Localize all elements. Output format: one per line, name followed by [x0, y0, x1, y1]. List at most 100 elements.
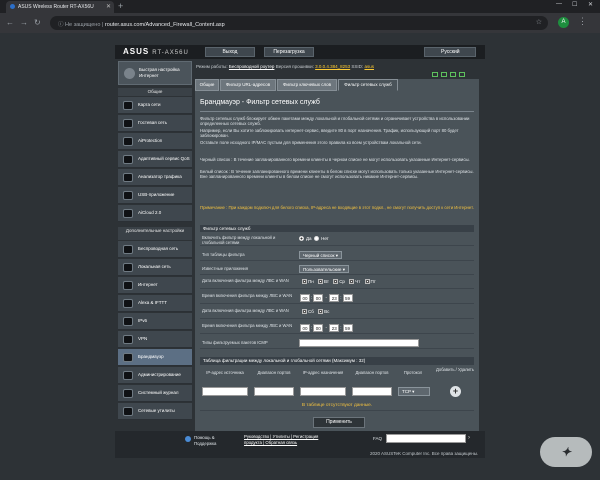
- day-sun-checkbox[interactable]: [318, 309, 324, 315]
- new-tab-icon[interactable]: +: [118, 1, 123, 11]
- profile-avatar[interactable]: A: [558, 17, 569, 28]
- tab-url-filter[interactable]: Фильтр URL-адресов: [220, 79, 276, 91]
- end-minute-input[interactable]: 59: [342, 324, 353, 332]
- sidebar-item-usb[interactable]: USB-приложение: [118, 187, 192, 204]
- sidebar-item-aicloud[interactable]: AiCloud 2.0: [118, 205, 192, 222]
- help-support[interactable]: Помощь & Поддержка: [194, 435, 216, 446]
- start-hour-input[interactable]: 00: [300, 324, 310, 332]
- sidebar-item-internet[interactable]: Интернет: [118, 277, 192, 294]
- end-minute-input[interactable]: 59: [342, 294, 353, 302]
- day-mon-checkbox[interactable]: [302, 279, 307, 285]
- day-tue-checkbox[interactable]: [318, 279, 323, 285]
- start-minute-input[interactable]: 00: [313, 294, 324, 302]
- ipv6-icon: [123, 317, 133, 326]
- filter-group-header: Фильтр сетевых служб: [200, 225, 474, 232]
- tab-keyword-filter[interactable]: Фильтр ключевых слов: [277, 79, 337, 91]
- apply-button[interactable]: Применить: [313, 417, 365, 428]
- sidebar-item-aiprotection[interactable]: AiProtection: [118, 133, 192, 150]
- sidebar-item-traffic-analyzer[interactable]: Анализатор трафика: [118, 169, 192, 186]
- end-hour-input[interactable]: 23: [329, 294, 340, 302]
- asus-logo: ASUS RT-AX56U: [123, 47, 189, 56]
- note-text: Примечание : При каждом подключ для бело…: [200, 205, 474, 210]
- model-name: RT-AX56U: [152, 50, 189, 56]
- source-ip-input[interactable]: [202, 387, 248, 396]
- protocol-select[interactable]: TCP ▾: [398, 387, 430, 396]
- close-tab-icon[interactable]: ✕: [106, 3, 111, 10]
- mode-link[interactable]: Беспроводной роутер: [229, 64, 275, 69]
- close-window-icon[interactable]: ✕: [588, 1, 593, 8]
- sidebar-item-firewall[interactable]: Брандмауэр: [118, 349, 192, 366]
- address-bar[interactable]: ⓘ Не защищено | router.asus.com/Advanced…: [50, 16, 548, 30]
- browser-tab[interactable]: ASUS Wireless Router RT-AX56U ✕: [6, 1, 114, 13]
- day-wed-checkbox[interactable]: [333, 279, 339, 285]
- known-apps-select[interactable]: Пользовательские ▾: [299, 265, 349, 273]
- enable-yes-label: Да: [306, 236, 312, 241]
- wifi-status-icon[interactable]: [441, 72, 447, 77]
- info-icon: ⓘ: [58, 22, 66, 28]
- add-rule-button[interactable]: +: [450, 386, 461, 397]
- weekday-time-label: Время включения фильтра между ЛВС и WAN: [202, 293, 293, 298]
- faq-search-icon[interactable]: ›: [468, 435, 470, 441]
- title-divider: [200, 111, 474, 112]
- filter-type-select[interactable]: Черный список ▾: [299, 251, 342, 259]
- sidebar-item-network-map[interactable]: Карта сети: [118, 97, 192, 114]
- icmp-input[interactable]: [299, 339, 419, 347]
- bookmark-star-icon[interactable]: ☆: [536, 18, 542, 26]
- traffic-analyzer-icon: [123, 173, 133, 182]
- reload-icon[interactable]: ↻: [34, 18, 41, 27]
- day-fri-checkbox[interactable]: [364, 279, 370, 285]
- footer-links: Руководство | Утилиты | Регистрация проду…: [244, 434, 318, 446]
- quick-setup-button[interactable]: Быстрая настройка Интернет: [118, 61, 192, 85]
- sidebar-item-ipv6[interactable]: IPv6: [118, 313, 192, 330]
- dest-port-input[interactable]: [352, 387, 392, 396]
- guest-network-icon: [123, 119, 133, 128]
- tab-network-services-filter[interactable]: Фильтр сетевых служб: [338, 79, 398, 91]
- sidebar-item-label: Сетевые утилиты: [138, 408, 175, 414]
- sidebar-item-label: Системный журнал: [138, 390, 179, 396]
- description-whitelist: Белый список : В течение запланированног…: [200, 169, 474, 180]
- sidebar-item-label: Беспроводная сеть: [138, 246, 179, 252]
- dest-ip-input[interactable]: [300, 387, 346, 396]
- day-sat-checkbox[interactable]: [302, 309, 307, 315]
- firmware-link[interactable]: 3.0.0.4.384_8253: [315, 64, 350, 69]
- source-port-input[interactable]: [254, 387, 294, 396]
- quick-setup-label: Быстрая настройка Интернет: [139, 67, 180, 78]
- network-map-icon: [123, 101, 133, 110]
- browser-menu-icon[interactable]: ⋮: [578, 16, 587, 27]
- internet-status-icon[interactable]: [432, 72, 438, 77]
- day-label: Вс: [324, 309, 330, 314]
- sidebar-item-alexa[interactable]: Alexa & IFTTT: [118, 295, 192, 312]
- logout-button[interactable]: Выход: [205, 47, 255, 57]
- start-minute-input[interactable]: 00: [313, 324, 324, 332]
- language-select[interactable]: Русский: [424, 47, 476, 57]
- faq-search-input[interactable]: [386, 434, 466, 443]
- sidebar-item-qos[interactable]: Адаптивный сервис QoS: [118, 151, 192, 168]
- end-hour-input[interactable]: 23: [329, 324, 340, 332]
- start-hour-input[interactable]: 00: [300, 294, 310, 302]
- sidebar-item-wireless[interactable]: Беспроводная сеть: [118, 241, 192, 258]
- sidebar-item-guest-network[interactable]: Гостевая сеть: [118, 115, 192, 132]
- forward-icon[interactable]: →: [20, 18, 28, 27]
- tab-general[interactable]: Общие: [195, 79, 219, 91]
- footer-links-line-1[interactable]: Руководство | Утилиты | Регистрация: [244, 434, 318, 439]
- enable-yes-radio[interactable]: [299, 236, 304, 242]
- weekday-dates-row: Дата включения фильтра между ЛВС и WAN П…: [200, 277, 474, 289]
- maximize-icon[interactable]: ☐: [572, 1, 577, 8]
- cloud-icon: [123, 209, 133, 218]
- usb-status-icon[interactable]: [450, 72, 456, 77]
- reboot-button[interactable]: Перезагрузка: [264, 47, 314, 57]
- sidebar-item-lan[interactable]: Локальная сеть: [118, 259, 192, 276]
- day-thu-checkbox[interactable]: [349, 279, 355, 285]
- sidebar-item-network-tools[interactable]: Сетевые утилиты: [118, 403, 192, 420]
- sidebar-item-system-log[interactable]: Системный журнал: [118, 385, 192, 402]
- back-icon[interactable]: ←: [6, 18, 14, 27]
- footer-links-line-2[interactable]: продукта | Обратная связь: [244, 440, 297, 445]
- minimize-icon[interactable]: —: [556, 1, 562, 7]
- sidebar-item-administration[interactable]: Администрирование: [118, 367, 192, 384]
- icmp-label: Типы фильтруемых пакетов ICMP: [202, 340, 268, 345]
- enable-no-radio[interactable]: [314, 236, 320, 242]
- description-blacklist: Черный список : В течение запланированно…: [200, 157, 470, 162]
- browser-tab-title: ASUS Wireless Router RT-AX56U: [18, 4, 94, 10]
- sidebar-item-vpn[interactable]: VPN: [118, 331, 192, 348]
- app-status-icon[interactable]: [459, 72, 465, 77]
